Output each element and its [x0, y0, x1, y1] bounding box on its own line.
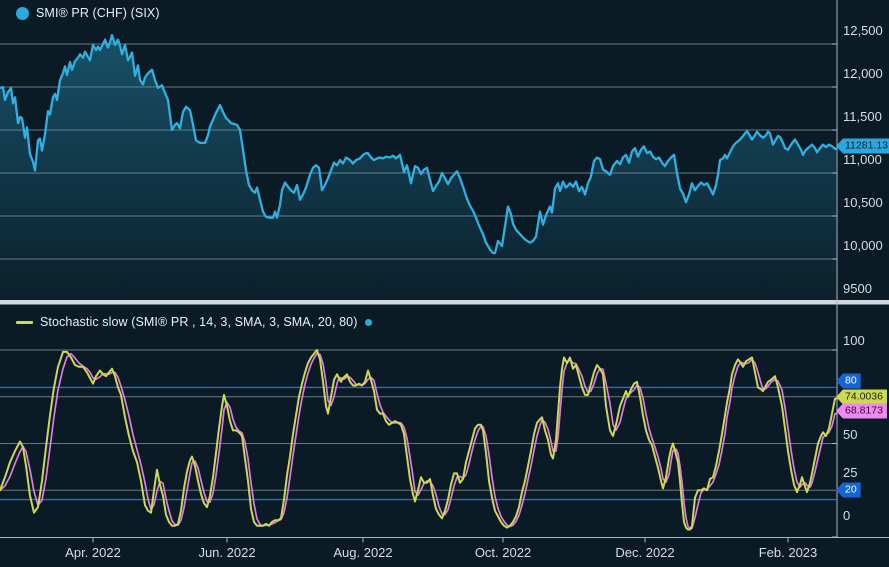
- stoch-d-line[interactable]: [0, 354, 837, 529]
- stochastic-line-icon: [16, 321, 33, 324]
- x-axis-month-label: Apr. 2022: [65, 545, 121, 560]
- series-source-dot-icon: [365, 319, 372, 326]
- x-axis-month-label: Oct. 2022: [475, 545, 531, 560]
- x-axis-month-label: Dec. 2022: [615, 545, 674, 560]
- legend-stochastic[interactable]: Stochastic slow (SMI® PR , 14, 3, SMA, 3…: [16, 315, 372, 329]
- last-price-badge: 11281.13: [836, 139, 889, 154]
- chart-canvas[interactable]: [0, 0, 889, 567]
- stoch-k-value-badge: 74.0036: [836, 390, 887, 405]
- panel-separator: [0, 300, 889, 305]
- x-axis-month-label: Jun. 2022: [198, 545, 255, 560]
- stoch-y-label: 50: [843, 428, 857, 442]
- chart-widget: SMI® PR (CHF) (SIX) Stochastic slow (SMI…: [0, 0, 889, 567]
- price-y-label: 10,500: [843, 196, 883, 210]
- stoch-y-label: 100: [843, 334, 865, 348]
- legend-stochastic-label: Stochastic slow (SMI® PR , 14, 3, SMA, 3…: [40, 315, 358, 329]
- legend-price-label: SMI® PR (CHF) (SIX): [36, 6, 160, 20]
- stoch-d-value-badge: 68.8173: [836, 404, 887, 419]
- price-y-label: 10,000: [843, 239, 883, 253]
- price-y-label: 11,500: [843, 110, 882, 124]
- legend-price[interactable]: SMI® PR (CHF) (SIX): [16, 6, 160, 20]
- stoch-y-label: 0: [843, 509, 850, 523]
- price-y-label: 11,000: [843, 153, 882, 167]
- price-y-label: 12,000: [843, 67, 883, 81]
- stoch-y-label: 25: [843, 466, 857, 480]
- price-series-dot-icon: [16, 7, 29, 20]
- x-axis-month-label: Feb. 2023: [759, 545, 818, 560]
- price-y-label: 12,500: [843, 24, 883, 38]
- stoch-k-line[interactable]: [0, 350, 837, 530]
- x-axis-month-label: Aug. 2022: [333, 545, 392, 560]
- price-y-label: 9500: [843, 282, 872, 296]
